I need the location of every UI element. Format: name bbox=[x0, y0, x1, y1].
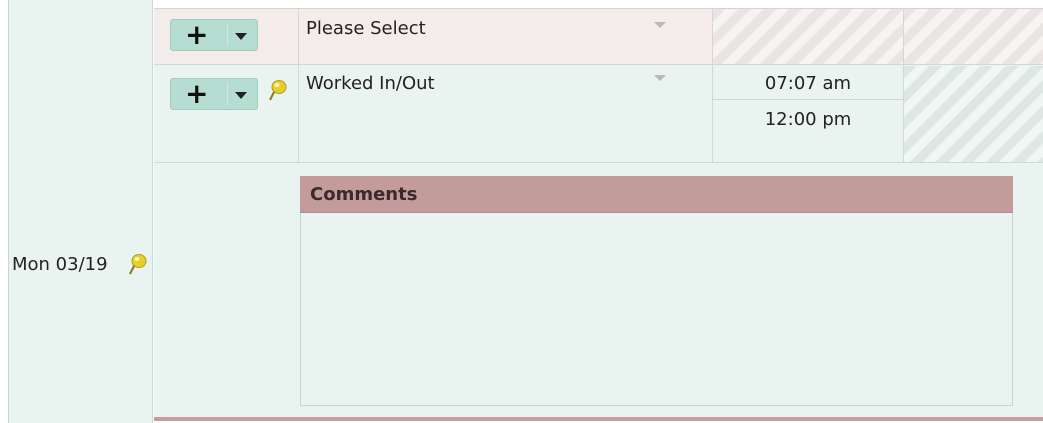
pay-code-select[interactable]: Please Select bbox=[300, 8, 712, 65]
pay-code-select-value: Worked In/Out bbox=[306, 73, 435, 94]
disabled-hours-cell bbox=[904, 9, 1043, 64]
plus-icon: + bbox=[185, 18, 209, 51]
time-in-value: 07:07 am bbox=[764, 73, 852, 94]
pushpin-note-icon[interactable] bbox=[268, 78, 288, 102]
time-out-value: 12:00 pm bbox=[764, 109, 852, 130]
pay-code-select-value: Please Select bbox=[306, 18, 426, 39]
comments-label: Comments bbox=[310, 184, 418, 205]
row-bottom-rule bbox=[154, 417, 1043, 421]
disabled-time-cell bbox=[713, 9, 903, 64]
select-caret-icon bbox=[654, 75, 666, 81]
pushpin-note-icon[interactable] bbox=[128, 252, 148, 276]
time-out-field[interactable]: 12:00 pm bbox=[713, 101, 903, 137]
plus-icon: + bbox=[185, 77, 209, 110]
day-label: Mon 03/19 bbox=[12, 254, 108, 275]
add-entry-button[interactable]: + bbox=[170, 19, 258, 51]
add-entry-button[interactable]: + bbox=[170, 78, 258, 110]
chevron-down-icon[interactable] bbox=[235, 33, 247, 40]
time-in-field[interactable]: 07:07 am bbox=[713, 65, 903, 100]
select-caret-icon bbox=[654, 22, 666, 28]
disabled-hours-cell bbox=[904, 66, 1043, 162]
pay-code-select[interactable]: Worked In/Out bbox=[300, 65, 712, 105]
day-cell bbox=[8, 0, 153, 423]
chevron-down-icon[interactable] bbox=[235, 92, 247, 99]
